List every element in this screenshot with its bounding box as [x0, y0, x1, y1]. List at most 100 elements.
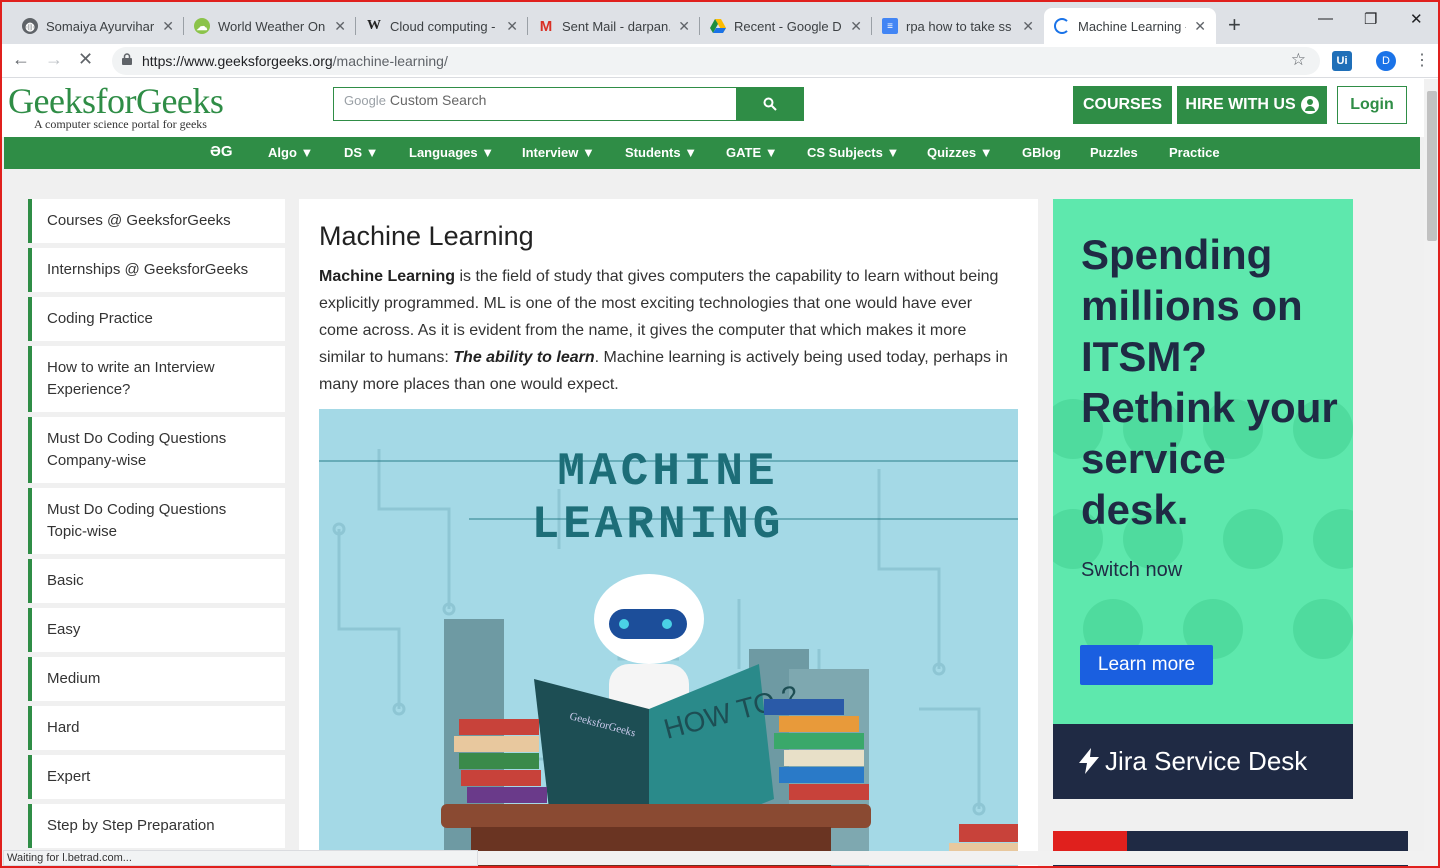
nav-quizzes[interactable]: Quizzes ▼	[927, 145, 993, 160]
hire-with-us-button[interactable]: HIRE WITH US	[1177, 86, 1327, 124]
tab-label: rpa how to take ss -	[906, 18, 1015, 34]
bolt-icon	[1079, 748, 1099, 774]
sidebar-item[interactable]: Hard	[28, 706, 285, 750]
sidebar-item[interactable]: How to write an Interview Experience?	[28, 346, 285, 412]
close-icon[interactable]: ✕	[162, 18, 174, 35]
forward-icon[interactable]: →	[45, 49, 63, 70]
google-brand: Google	[344, 93, 386, 108]
search-placeholder: Custom Search	[389, 92, 487, 108]
logo-tagline: A computer science portal for geeks	[34, 117, 207, 131]
nav-algo[interactable]: Algo ▼	[268, 145, 313, 160]
user-icon	[1300, 96, 1319, 114]
nav-languages[interactable]: Languages ▼	[409, 145, 494, 160]
illustration-title-2: LEARNING	[532, 499, 785, 551]
close-icon[interactable]: ✕	[1194, 18, 1206, 35]
url-text: https://www.geeksforgeeks.org/machine-le…	[142, 53, 448, 69]
article-title: Machine Learning	[319, 221, 534, 251]
nav-cs-subjects[interactable]: CS Subjects ▼	[807, 145, 899, 160]
horizontal-scrollbar[interactable]	[478, 851, 1424, 865]
web-page: GeeksforGeeks A computer science portal …	[0, 79, 1424, 868]
ad-switch-text: Switch now	[1081, 559, 1183, 581]
tab-4[interactable]: Recent - Google Driv ✕	[700, 8, 872, 44]
courses-button[interactable]: COURSES	[1073, 86, 1172, 124]
close-icon[interactable]: ✕	[678, 18, 690, 35]
maximize-button[interactable]: ❐	[1364, 10, 1377, 28]
nav-gblog[interactable]: GBlog	[1022, 145, 1061, 160]
intro-bold: Machine Learning	[319, 268, 456, 285]
sidebar-item[interactable]: Easy	[28, 608, 285, 652]
sidebar-item[interactable]: Expert	[28, 755, 285, 799]
address-bar[interactable]: https://www.geeksforgeeks.org/machine-le…	[112, 47, 1320, 75]
search-input[interactable]: Google Custom Search	[333, 87, 737, 121]
sidebar-item[interactable]: Step by Step Preparation	[28, 804, 285, 848]
nav-interview[interactable]: Interview ▼	[522, 145, 595, 160]
profile-avatar[interactable]: D	[1376, 51, 1396, 71]
advertisement[interactable]: Spending millions on ITSM? Rethink your …	[1053, 199, 1353, 799]
sidebar-item[interactable]: Medium	[28, 657, 285, 701]
close-icon[interactable]: ✕	[506, 18, 518, 35]
nav-gate[interactable]: GATE ▼	[726, 145, 778, 160]
globe-icon: ◍	[22, 18, 38, 34]
learn-more-button[interactable]: Learn more	[1080, 645, 1213, 685]
docs-icon: ≡	[882, 18, 898, 34]
illustration-title-1: MACHINE	[557, 446, 778, 498]
drive-icon	[710, 18, 726, 34]
site-header: GeeksforGeeks A computer science portal …	[0, 79, 1424, 137]
extension-icon[interactable]: Ui	[1332, 51, 1352, 71]
sidebar-item[interactable]: Internships @ GeeksforGeeks	[28, 248, 285, 292]
article-intro: Machine Learning is the field of study t…	[319, 263, 1009, 398]
main-nav: ƏG Algo ▼ DS ▼ Languages ▼ Interview ▼ S…	[4, 137, 1420, 169]
sidebar-item[interactable]: Must Do Coding Questions Company-wise	[28, 417, 285, 483]
sidebar-item[interactable]: Coding Practice	[28, 297, 285, 341]
close-icon[interactable]: ✕	[334, 18, 346, 35]
tab-0[interactable]: ◍ Somaiya Ayurvihar ✕	[12, 8, 184, 44]
tab-1[interactable]: ☁ World Weather Onlin ✕	[184, 8, 356, 44]
weather-icon: ☁	[194, 18, 210, 34]
close-icon[interactable]: ✕	[1022, 18, 1034, 35]
vertical-scrollbar[interactable]	[1424, 79, 1440, 868]
close-icon[interactable]: ✕	[850, 18, 862, 35]
stop-icon[interactable]: ✕	[78, 49, 93, 70]
article-card: Machine Learning Machine Learning is the…	[299, 199, 1038, 868]
status-bar: Waiting for l.betrad.com...	[3, 850, 478, 866]
sidebar-item[interactable]: Must Do Coding Questions Topic-wise	[28, 488, 285, 554]
minimize-button[interactable]: —	[1318, 10, 1333, 27]
window-close-button[interactable]: ✕	[1410, 10, 1423, 28]
sidebar-item[interactable]: Courses @ GeeksforGeeks	[28, 199, 285, 243]
tab-label: Cloud computing - W	[390, 18, 498, 34]
browser-toolbar: ← → ✕ https://www.geeksforgeeks.org/mach…	[0, 44, 1440, 78]
bookmark-star-icon[interactable]: ☆	[1291, 50, 1306, 70]
search-button[interactable]	[736, 87, 804, 121]
sidebar-item[interactable]: Basic	[28, 559, 285, 603]
gmail-icon: M	[539, 17, 553, 35]
site-logo[interactable]: GeeksforGeeks A computer science portal …	[8, 81, 224, 132]
hire-label: HIRE WITH US	[1185, 96, 1296, 113]
tab-label: Sent Mail - darpan.c	[562, 18, 671, 34]
ad-brand: Jira Service Desk	[1105, 746, 1308, 776]
machine-learning-illustration: MACHINE LEARNING GeeksforGeeks HOW TO ?	[319, 409, 1018, 868]
tab-2[interactable]: W Cloud computing - W ✕	[356, 8, 528, 44]
new-tab-button[interactable]: +	[1228, 12, 1241, 38]
illustration-art: MACHINE LEARNING GeeksforGeeks HOW TO ?	[319, 446, 1018, 868]
nav-students[interactable]: Students ▼	[625, 145, 697, 160]
nav-puzzles[interactable]: Puzzles	[1090, 145, 1138, 160]
tab-label: Somaiya Ayurvihar	[46, 18, 155, 34]
tab-6-active[interactable]: Machine Learning - G ✕	[1044, 8, 1216, 44]
nav-ds[interactable]: DS ▼	[344, 145, 379, 160]
wikipedia-icon: W	[367, 18, 381, 33]
intro-emphasis: The ability to learn	[453, 349, 595, 366]
tab-label: Recent - Google Driv	[734, 18, 842, 34]
nav-home[interactable]: ƏG	[210, 143, 233, 160]
loading-icon	[1054, 18, 1070, 34]
tab-3[interactable]: M Sent Mail - darpan.c ✕	[528, 8, 700, 44]
ad-ribbon	[1053, 831, 1127, 851]
login-button[interactable]: Login	[1337, 86, 1407, 124]
tab-strip: ◍ Somaiya Ayurvihar ✕ ☁ World Weather On…	[0, 0, 1440, 44]
back-icon[interactable]: ←	[12, 49, 30, 70]
scroll-thumb[interactable]	[1427, 91, 1437, 241]
tab-5[interactable]: ≡ rpa how to take ss - ✕	[872, 8, 1044, 44]
browser-menu-icon[interactable]: ⋮	[1414, 50, 1430, 70]
nav-practice[interactable]: Practice	[1169, 145, 1220, 160]
url-path: /machine-learning/	[332, 53, 448, 69]
tab-label: World Weather Onlin	[218, 18, 327, 34]
